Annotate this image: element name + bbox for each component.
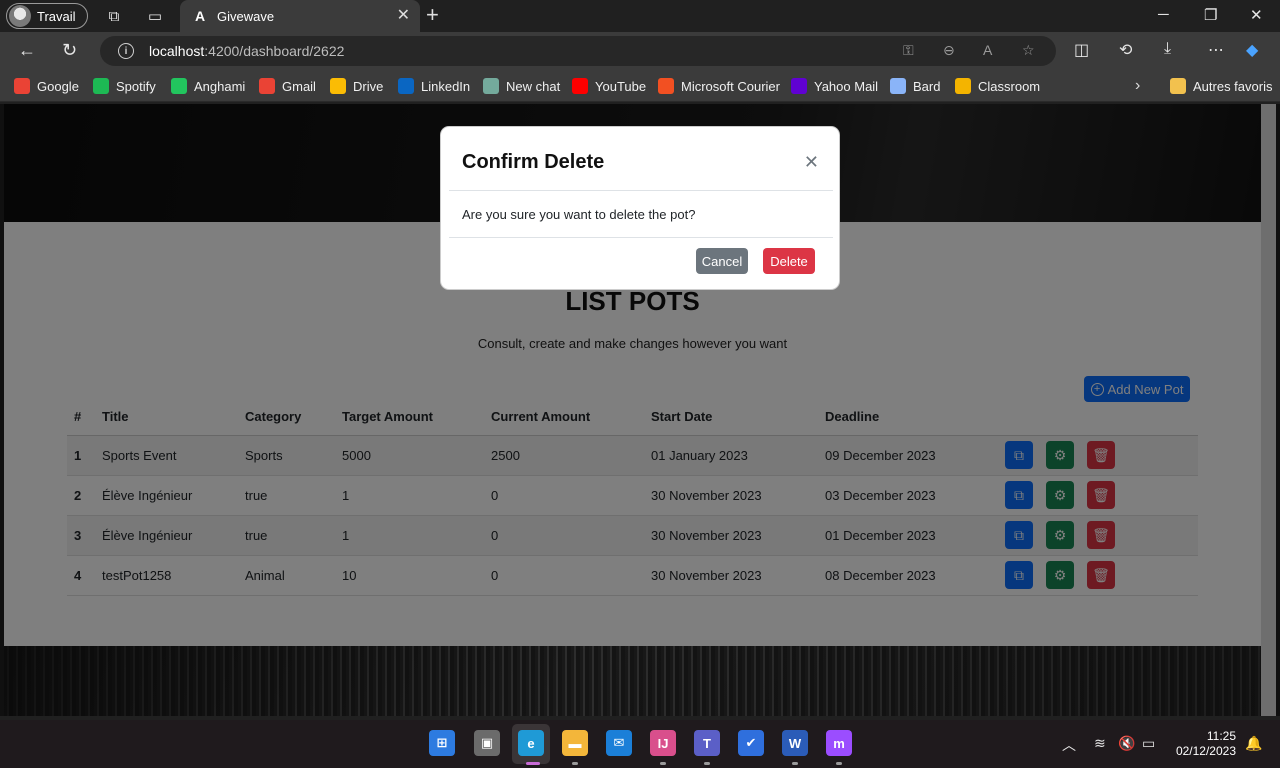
delete-button[interactable]: Delete [763, 248, 815, 274]
word-running-indicator [792, 762, 798, 765]
bookmark-google[interactable]: Google [14, 78, 79, 94]
modal-footer: Cancel Delete [449, 237, 833, 291]
explorer-running-indicator [572, 762, 578, 765]
edge-running-indicator [526, 762, 540, 765]
modal-header: Confirm Delete ✕ [449, 127, 833, 191]
workspaces-icon[interactable]: ⧉ [104, 6, 124, 26]
google-icon [14, 78, 30, 94]
messenger-running-indicator [836, 762, 842, 765]
chevron-up-icon[interactable]: ︿ [1062, 735, 1076, 755]
intellij-running-indicator [660, 762, 666, 765]
todo-icon[interactable]: ✔ [738, 730, 764, 756]
wifi-icon[interactable]: ≋ [1094, 735, 1106, 752]
split-screen-icon[interactable]: ◫ [1074, 40, 1089, 60]
volume-muted-icon[interactable]: 🔇 [1118, 735, 1135, 752]
avatar [9, 5, 31, 27]
notification-bell-icon[interactable]: 🔔 [1245, 735, 1262, 752]
restore-icon[interactable]: ❐ [1204, 6, 1217, 24]
refresh-icon[interactable]: ↻ [62, 40, 77, 61]
youtube-icon [572, 78, 588, 94]
bard-icon [890, 78, 906, 94]
more-icon[interactable]: ⋯ [1208, 40, 1224, 60]
teams-icon[interactable]: T [694, 730, 720, 756]
tab-actions-icon[interactable]: ▭ [145, 6, 165, 26]
folder-icon [1170, 78, 1186, 94]
task-view-icon[interactable]: ▣ [474, 730, 500, 756]
profile-button[interactable]: Travail [6, 3, 88, 29]
bookmarks-bar: Google Spotify Anghami Gmail Drive Linke… [0, 70, 1280, 102]
clock-time: 11:25 [1206, 729, 1236, 743]
chatgpt-icon [483, 78, 499, 94]
minimize-icon[interactable]: ─ [1158, 6, 1169, 23]
system-clock[interactable]: 11:25 02/12/2023 [1172, 729, 1236, 759]
modal-title: Confirm Delete [462, 151, 605, 173]
bookmark-bard[interactable]: Bard [890, 78, 940, 94]
url-text[interactable]: localhost:4200/dashboard/2622 [149, 43, 344, 59]
angular-icon: A [194, 8, 206, 24]
classroom-icon [955, 78, 971, 94]
modal-message: Are you sure you want to delete the pot? [462, 207, 696, 222]
close-icon[interactable]: ✕ [804, 153, 819, 171]
bookmark-drive[interactable]: Drive [330, 78, 383, 94]
copilot-icon[interactable]: ◆ [1246, 40, 1258, 60]
address-toolbar: ← ↻ i localhost:4200/dashboard/2622 ⚿ ⊖ … [0, 32, 1280, 70]
file-explorer-icon[interactable]: ▬ [562, 730, 588, 756]
bookmark-anghami[interactable]: Anghami [171, 78, 245, 94]
mail-icon[interactable]: ✉ [606, 730, 632, 756]
confirm-delete-modal: Confirm Delete ✕ Are you sure you want t… [440, 126, 840, 290]
cancel-button[interactable]: Cancel [696, 248, 748, 274]
read-aloud-icon[interactable]: A [983, 42, 992, 58]
key-icon[interactable]: ⚿ [903, 42, 914, 59]
download-icon[interactable]: ⤓ [1164, 40, 1171, 58]
history-icon[interactable]: ⟲ [1119, 40, 1132, 60]
bookmark-spotify[interactable]: Spotify [93, 78, 156, 94]
address-bar[interactable]: i localhost:4200/dashboard/2622 ⚿ ⊖ A ☆ [100, 36, 1056, 66]
profile-name: Travail [37, 8, 76, 24]
back-icon[interactable]: ← [18, 40, 36, 61]
bookmark-new-chat[interactable]: New chat [483, 78, 560, 94]
taskbar: ⊞ ▣ e ▬ ✉ IJ T ✔ W m ︿ ≋ 🔇 ▭ 11:25 02/12… [0, 720, 1280, 768]
messenger-icon[interactable]: m [826, 730, 852, 756]
edge-icon[interactable]: e [518, 730, 544, 756]
bookmark-microsoft-courier[interactable]: Microsoft Courier [658, 78, 780, 94]
bookmark-gmail[interactable]: Gmail [259, 78, 316, 94]
yahoo-icon [791, 78, 807, 94]
bookmark-yahoo-mail[interactable]: Yahoo Mail [791, 78, 878, 94]
site-info-icon[interactable]: i [118, 43, 134, 59]
clock-date: 02/12/2023 [1175, 744, 1236, 758]
chevron-right-icon[interactable]: › [1135, 77, 1140, 95]
tab-title: Givewave [217, 8, 275, 24]
bookmark-linkedin[interactable]: LinkedIn [398, 78, 470, 94]
bookmark-youtube[interactable]: YouTube [572, 78, 646, 94]
favorite-star-icon[interactable]: ☆ [1022, 42, 1035, 59]
tab-strip: Travail ⧉ ▭ A Givewave ✕ + ─ ❐ ✕ [0, 0, 1280, 32]
word-icon[interactable]: W [782, 730, 808, 756]
bookmark-classroom[interactable]: Classroom [955, 78, 1040, 94]
anghami-icon [171, 78, 187, 94]
teams-running-indicator [704, 762, 710, 765]
zoom-icon[interactable]: ⊖ [943, 42, 955, 59]
battery-icon[interactable]: ▭ [1142, 735, 1155, 752]
spotify-icon [93, 78, 109, 94]
close-tab-icon[interactable]: ✕ [397, 8, 410, 24]
linkedin-icon [398, 78, 414, 94]
microsoft-icon [658, 78, 674, 94]
other-favorites[interactable]: Autres favoris [1170, 78, 1272, 94]
start-icon[interactable]: ⊞ [429, 730, 455, 756]
new-tab-icon[interactable]: + [426, 4, 439, 26]
drive-icon [330, 78, 346, 94]
gmail-icon [259, 78, 275, 94]
intellij-icon[interactable]: IJ [650, 730, 676, 756]
tab-givewave[interactable]: A Givewave ✕ [180, 0, 420, 32]
window-close-icon[interactable]: ✕ [1250, 6, 1263, 24]
